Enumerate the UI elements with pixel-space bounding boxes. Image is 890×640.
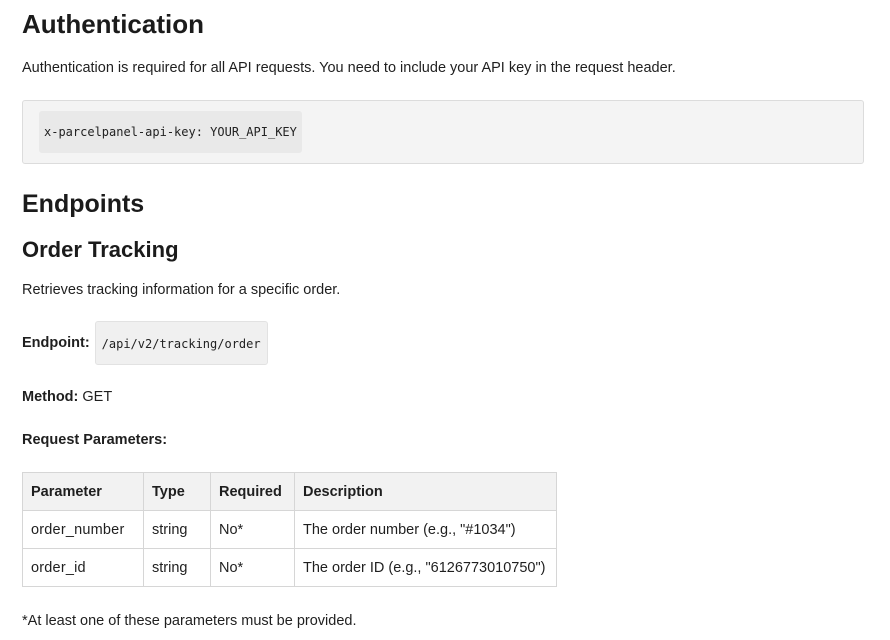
request-parameters-table: Parameter Type Required Description orde… [22,472,557,587]
cell-description: The order number (e.g., "#1034") [294,510,557,549]
cell-parameter: order_number [22,510,144,549]
column-header-description: Description [294,472,557,511]
method-label: Method: [22,389,79,405]
endpoint-path-code: /api/v2/tracking/order [94,321,268,365]
column-header-parameter: Parameter [22,472,144,511]
method-value: GET [82,389,113,405]
table-row: order_number string No* The order number… [22,510,557,549]
parameters-footnote: *At least one of these parameters must b… [22,613,357,629]
cell-description: The order ID (e.g., "6126773010750") [294,548,557,587]
column-header-type: Type [143,472,211,511]
cell-type: string [143,548,211,587]
authentication-description: Authentication is required for all API r… [22,60,676,76]
table-header-row: Parameter Type Required Description [22,472,557,511]
endpoint-label: Endpoint: [22,335,90,351]
api-key-header-code: x-parcelpanel-api-key: YOUR_API_KEY [39,111,302,153]
cell-required: No* [210,510,295,549]
cell-type: string [143,510,211,549]
endpoint-row: Endpoint: /api/v2/tracking/order [22,321,268,365]
authentication-heading: Authentication [22,9,204,39]
cell-required: No* [210,548,295,587]
method-row: Method: GET [22,387,112,407]
order-tracking-heading: Order Tracking [22,237,179,262]
order-tracking-description: Retrieves tracking information for a spe… [22,282,341,298]
endpoints-heading: Endpoints [22,190,145,218]
table-row: order_id string No* The order ID (e.g., … [22,548,557,587]
api-key-code-block: x-parcelpanel-api-key: YOUR_API_KEY [22,100,864,164]
cell-parameter: order_id [22,548,144,587]
request-parameters-heading: Request Parameters: [22,432,168,448]
column-header-required: Required [210,472,295,511]
